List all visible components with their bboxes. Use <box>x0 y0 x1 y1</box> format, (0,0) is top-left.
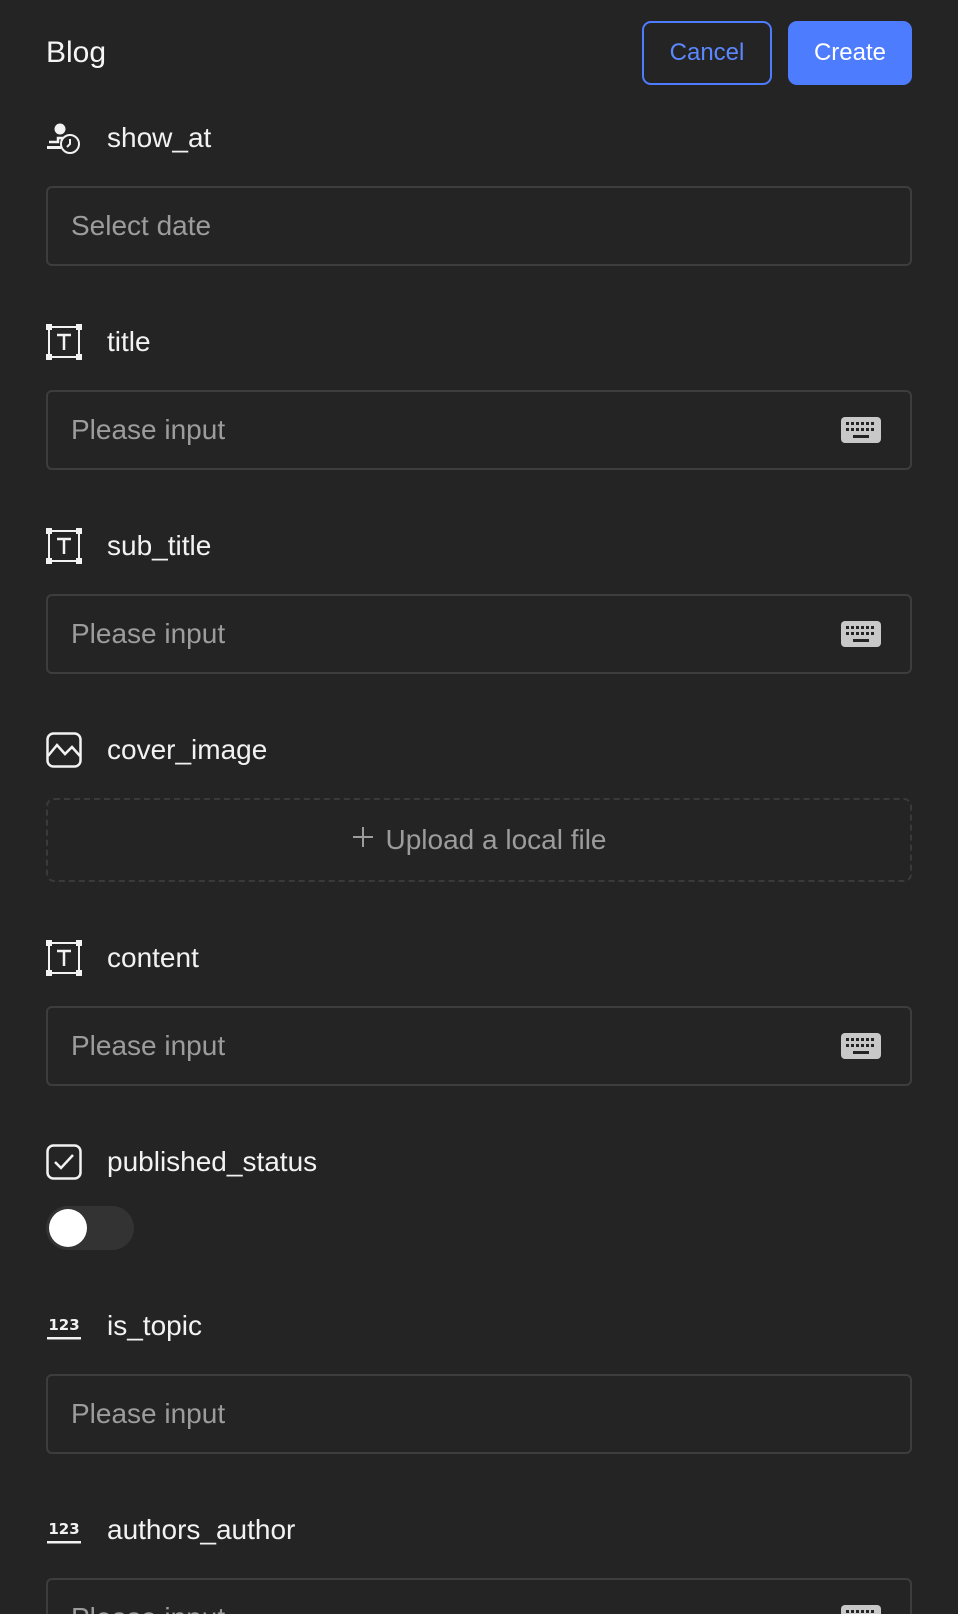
number-icon: 123 <box>46 1308 82 1344</box>
upload-label: Upload a local file <box>385 824 607 855</box>
text-field-icon <box>46 324 82 360</box>
field-label-content: content <box>46 940 912 976</box>
upload-file-button[interactable]: Upload a local file <box>46 798 912 882</box>
image-icon <box>46 732 82 768</box>
sub-title-input[interactable]: Please input <box>46 594 912 674</box>
date-placeholder: Select date <box>71 210 212 241</box>
svg-text:123: 123 <box>48 1520 79 1538</box>
svg-text:123: 123 <box>48 1316 79 1334</box>
text-field-icon <box>46 528 82 564</box>
header: Blog Cancel Create <box>46 0 912 106</box>
input-placeholder: Please input <box>71 1602 225 1614</box>
field-label-show-at: show_at <box>46 120 912 156</box>
field-label-is-topic: 123 is_topic <box>46 1308 912 1344</box>
authors-author-input[interactable]: Please input <box>46 1578 912 1614</box>
field-show-at: show_at Select date <box>46 120 912 266</box>
field-label-sub-title: sub_title <box>46 528 912 564</box>
is-topic-input[interactable]: Please input <box>46 1374 912 1454</box>
field-label-text: content <box>107 942 199 973</box>
toggle-knob <box>49 1209 87 1247</box>
field-label-text: sub_title <box>107 530 212 561</box>
field-authors-author: 123 authors_author Please input <box>46 1512 912 1614</box>
field-cover-image: cover_image Upload a local file <box>46 732 912 882</box>
field-label-text: title <box>107 326 151 357</box>
plus-icon <box>351 824 375 856</box>
keyboard-icon[interactable] <box>840 620 882 648</box>
input-placeholder: Please input <box>71 618 226 649</box>
field-label-cover-image: cover_image <box>46 732 912 768</box>
field-content: content Please input <box>46 940 912 1086</box>
cancel-button[interactable]: Cancel <box>642 21 772 85</box>
keyboard-icon[interactable] <box>840 1032 882 1060</box>
field-published-status: published_status <box>46 1144 912 1250</box>
header-actions: Cancel Create <box>642 21 912 85</box>
text-field-icon <box>46 940 82 976</box>
field-sub-title: sub_title Please input <box>46 528 912 674</box>
field-label-text: is_topic <box>107 1310 202 1341</box>
field-label-text: cover_image <box>107 734 268 765</box>
field-label-authors-author: 123 authors_author <box>46 1512 912 1548</box>
create-button[interactable]: Create <box>788 21 912 85</box>
title-input[interactable]: Please input <box>46 390 912 470</box>
field-label-title: title <box>46 324 912 360</box>
checkbox-icon <box>46 1144 82 1180</box>
number-icon: 123 <box>46 1512 82 1548</box>
keyboard-icon[interactable] <box>840 1604 882 1614</box>
published-status-toggle[interactable] <box>46 1206 134 1250</box>
field-label-published-status: published_status <box>46 1144 912 1180</box>
field-label-text: show_at <box>107 122 212 153</box>
input-placeholder: Please input <box>71 1398 226 1429</box>
date-time-icon <box>46 120 82 156</box>
field-title: title Please input <box>46 324 912 470</box>
field-label-text: authors_author <box>107 1514 296 1545</box>
input-placeholder: Please input <box>71 414 226 445</box>
content-input[interactable]: Please input <box>46 1006 912 1086</box>
page-title: Blog <box>46 36 107 69</box>
input-placeholder: Please input <box>71 1030 226 1061</box>
date-picker-input[interactable]: Select date <box>46 186 912 266</box>
keyboard-icon[interactable] <box>840 416 882 444</box>
field-label-text: published_status <box>107 1146 318 1177</box>
field-is-topic: 123 is_topic Please input <box>46 1308 912 1454</box>
blog-create-form: Blog Cancel Create show_at Select date t… <box>0 0 958 1614</box>
